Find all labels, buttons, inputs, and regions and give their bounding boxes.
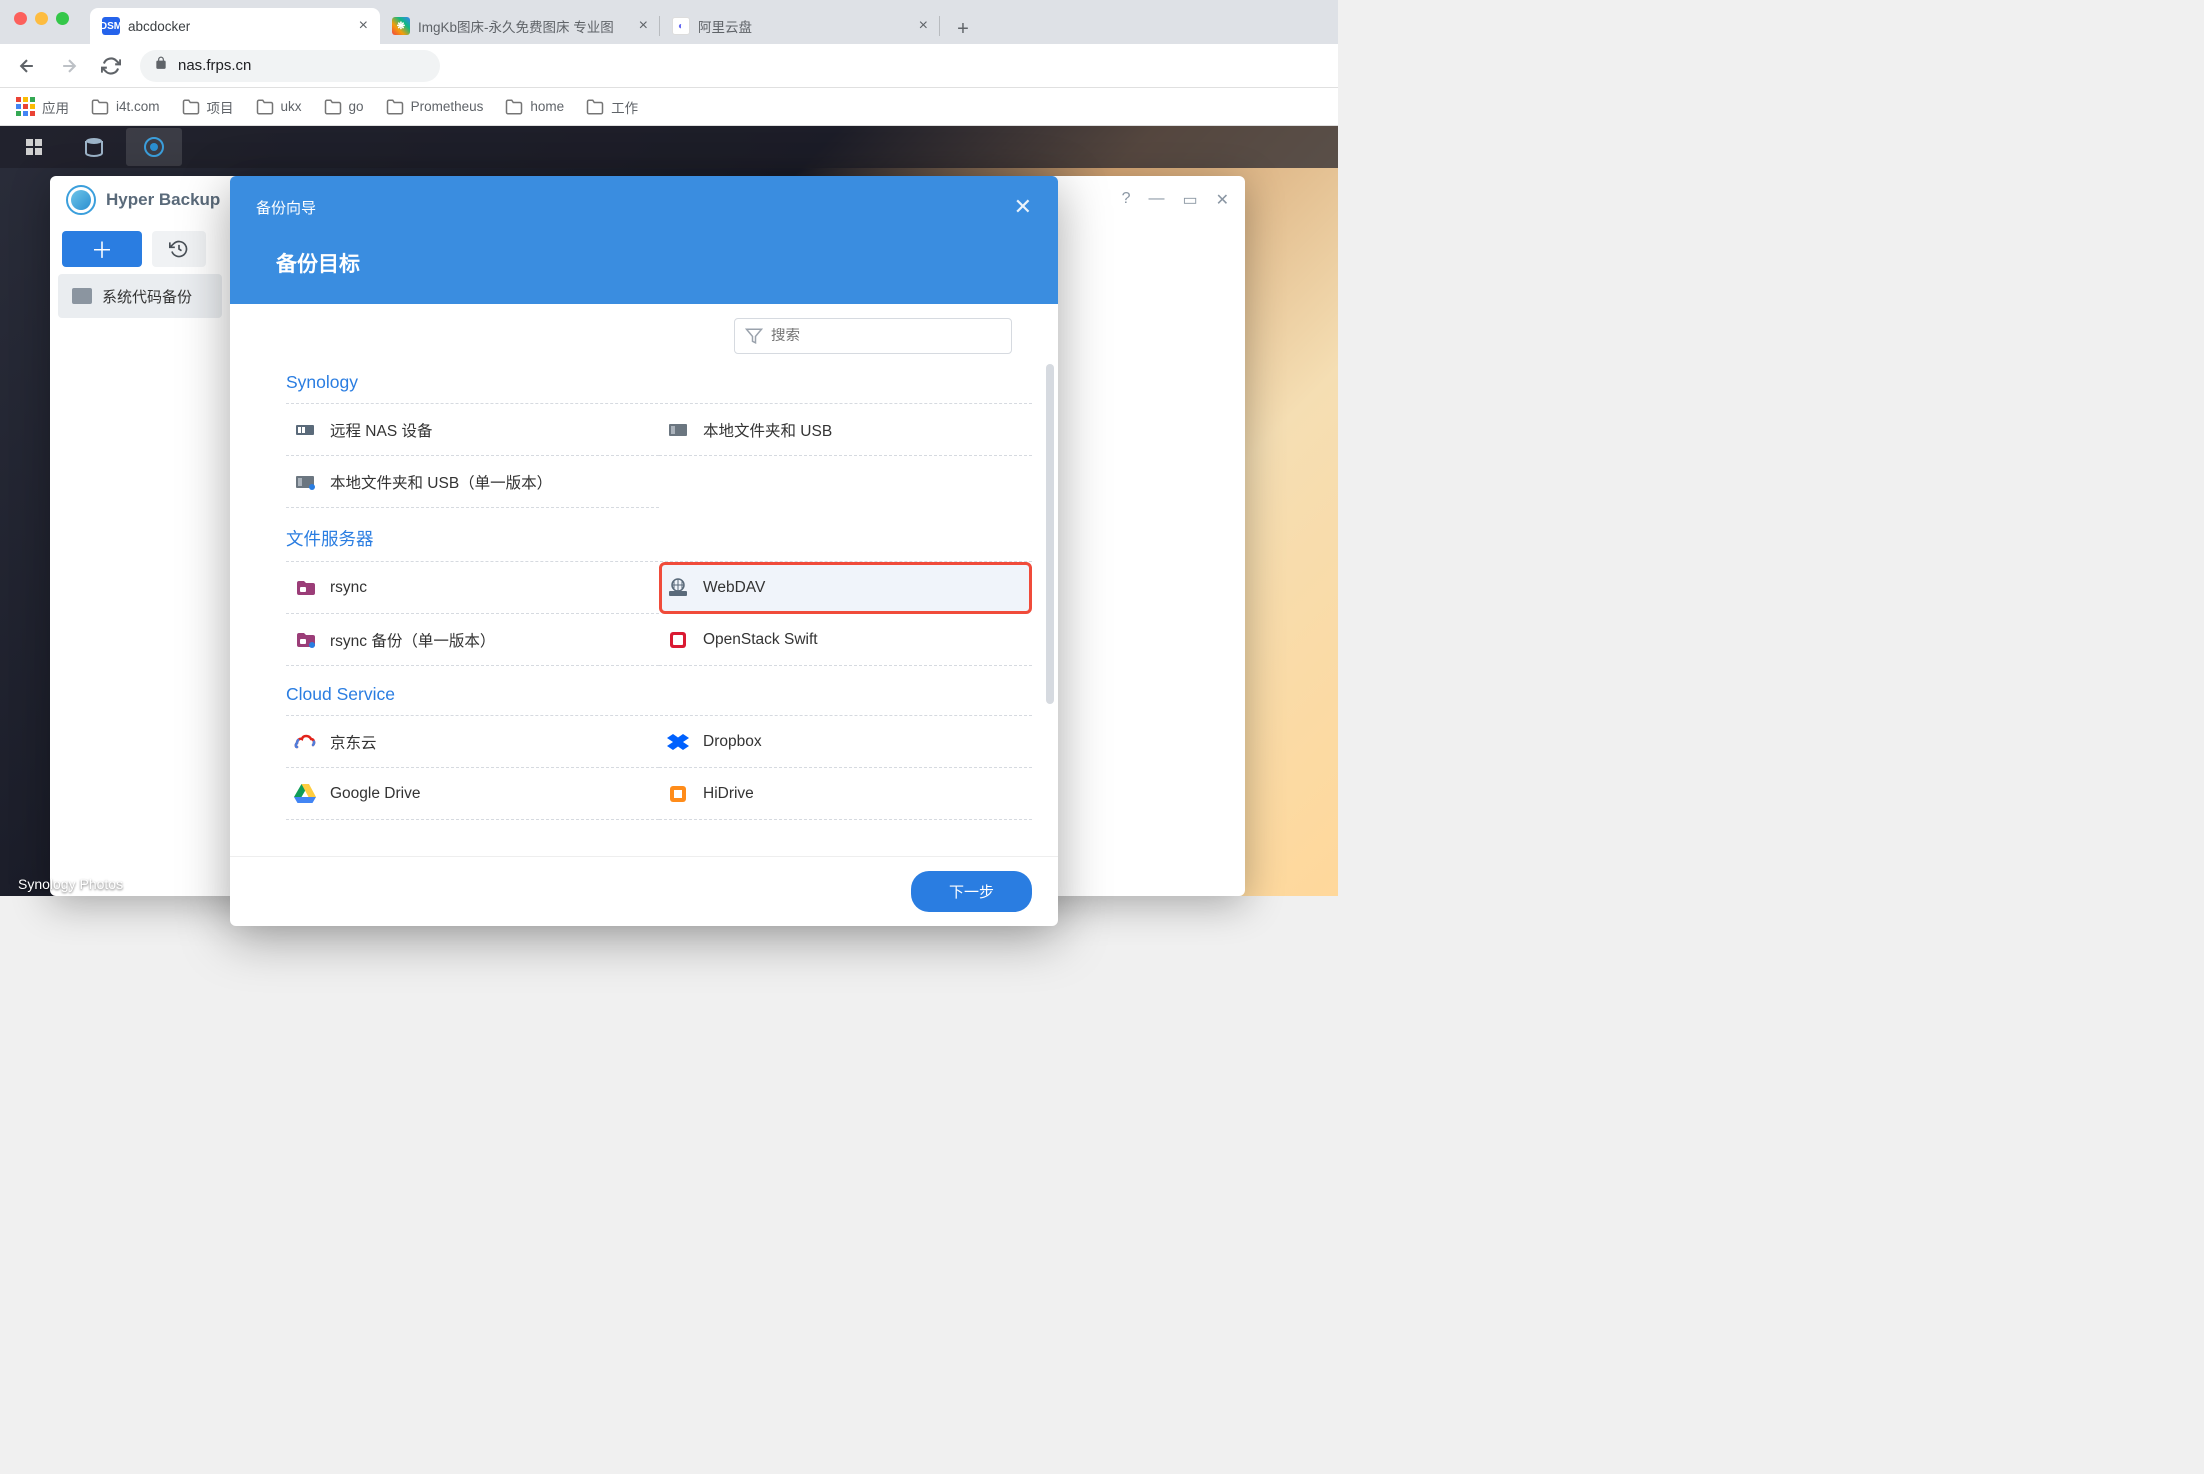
- lock-icon: [154, 56, 168, 75]
- dest-remote-nas[interactable]: 远程 NAS 设备: [286, 404, 659, 456]
- tab-abcdocker[interactable]: DSM abcdocker ×: [90, 8, 380, 44]
- window-minimize-button[interactable]: [35, 12, 48, 25]
- section-cloudservice: Cloud Service: [286, 684, 1032, 705]
- wizard-breadcrumb: 备份向导: [256, 197, 316, 218]
- rsync-icon: [294, 577, 316, 599]
- tab-close-icon[interactable]: ×: [919, 17, 928, 35]
- minimize-button[interactable]: —: [1148, 190, 1164, 210]
- tab-aliyunpan[interactable]: ◐ 阿里云盘 ×: [660, 8, 940, 44]
- tab-title: 阿里云盘: [698, 16, 752, 36]
- dest-local-usb-single[interactable]: 本地文件夹和 USB（单一版本）: [286, 456, 659, 508]
- dest-openstack[interactable]: OpenStack Swift: [659, 614, 1032, 666]
- bookmark-go[interactable]: go: [324, 98, 364, 116]
- taskbar-hyperbackup-icon[interactable]: [126, 128, 182, 166]
- wizard-search[interactable]: [734, 318, 1012, 354]
- hyperbackup-title: Hyper Backup: [106, 190, 220, 210]
- wizard-body: Synology 远程 NAS 设备 本地文件夹和 USB 本地文件夹和 USB…: [230, 304, 1058, 856]
- scrollbar-thumb[interactable]: [1046, 364, 1054, 704]
- dest-gdrive[interactable]: Google Drive: [286, 768, 659, 820]
- history-button[interactable]: [152, 231, 206, 267]
- bookmark-prometheus[interactable]: Prometheus: [386, 98, 484, 116]
- wizard-header: 备份向导 ✕ 备份目标: [230, 176, 1058, 304]
- wizard-footer: 下一步: [230, 856, 1058, 926]
- dest-rsync-single[interactable]: rsync 备份（单一版本）: [286, 614, 659, 666]
- address-bar[interactable]: nas.frps.cn: [140, 50, 440, 82]
- bookmark-work[interactable]: 工作: [586, 97, 638, 117]
- dsm-taskbar: [0, 126, 1338, 168]
- imgkb-favicon-icon: ❋: [392, 17, 410, 35]
- apps-button[interactable]: 应用: [16, 97, 69, 117]
- task-sidebar: 系统代码备份: [50, 274, 230, 896]
- desktop-app-label[interactable]: Synology Photos: [18, 876, 123, 892]
- wizard-title: 备份目标: [276, 248, 1032, 278]
- tab-title: abcdocker: [128, 19, 190, 34]
- hyperbackup-logo-icon: [66, 185, 96, 215]
- new-tab-button[interactable]: +: [948, 14, 978, 44]
- search-input[interactable]: [771, 328, 1001, 344]
- tab-close-icon[interactable]: ×: [639, 17, 648, 35]
- tab-title: ImgKb图床-永久免费图床 专业图: [418, 16, 614, 36]
- address-row: nas.frps.cn: [0, 44, 1338, 88]
- rsync-single-icon: [294, 629, 316, 651]
- dest-local-usb[interactable]: 本地文件夹和 USB: [659, 404, 1032, 456]
- dest-dropbox[interactable]: Dropbox: [659, 716, 1032, 768]
- dsm-desktop: Hyper Backup ? — ▭ ✕ ＋ 系统代码备份 ackupforBu…: [0, 126, 1338, 896]
- window-controls: ? — ▭ ✕: [1122, 190, 1229, 210]
- close-button[interactable]: ✕: [1216, 190, 1229, 210]
- forward-button[interactable]: [52, 49, 86, 83]
- dest-webdav[interactable]: WebDAV: [659, 562, 1032, 614]
- aliyunpan-favicon-icon: ◐: [672, 17, 690, 35]
- bookmark-project[interactable]: 项目: [182, 97, 234, 117]
- webdav-icon: [667, 577, 689, 599]
- wizard-close-button[interactable]: ✕: [1014, 194, 1032, 220]
- window-controls: [0, 0, 83, 25]
- dsm-favicon-icon: DSM: [102, 17, 120, 35]
- gdrive-icon: [294, 783, 316, 805]
- task-item-system-code-backup[interactable]: 系统代码备份: [58, 274, 222, 318]
- section-fileserver: 文件服务器: [286, 526, 1032, 551]
- bookmark-ukx[interactable]: ukx: [256, 98, 302, 116]
- local-usb-single-icon: [294, 471, 316, 493]
- section-synology: Synology: [286, 372, 1032, 393]
- disk-icon: [72, 288, 92, 304]
- url-text: nas.frps.cn: [178, 57, 251, 74]
- backup-wizard-modal: 备份向导 ✕ 备份目标 Synology 远程 NAS 设备: [230, 176, 1058, 926]
- remote-nas-icon: [294, 419, 316, 441]
- dest-rsync[interactable]: rsync: [286, 562, 659, 614]
- taskbar-storage-icon[interactable]: [66, 128, 122, 166]
- bookmark-home[interactable]: home: [505, 98, 564, 116]
- help-button[interactable]: ?: [1122, 190, 1131, 210]
- tabs-row: DSM abcdocker × ❋ ImgKb图床-永久免费图床 专业图 × ◐…: [0, 0, 1338, 44]
- bookmarks-bar: 应用 i4t.com 项目 ukx go Prometheus home 工作: [0, 88, 1338, 126]
- bookmark-i4t[interactable]: i4t.com: [91, 98, 160, 116]
- dest-hidrive[interactable]: HiDrive: [659, 768, 1032, 820]
- jdcloud-icon: [294, 731, 316, 753]
- window-maximize-button[interactable]: [56, 12, 69, 25]
- add-task-button[interactable]: ＋: [62, 231, 142, 267]
- next-button[interactable]: 下一步: [911, 871, 1032, 912]
- taskbar-apps-icon[interactable]: [6, 128, 62, 166]
- local-usb-icon: [667, 419, 689, 441]
- browser-chrome: DSM abcdocker × ❋ ImgKb图床-永久免费图床 专业图 × ◐…: [0, 0, 1338, 126]
- window-close-button[interactable]: [14, 12, 27, 25]
- openstack-icon: [667, 629, 689, 651]
- tab-close-icon[interactable]: ×: [359, 17, 368, 35]
- dropbox-icon: [667, 731, 689, 753]
- dest-jdcloud[interactable]: 京东云: [286, 716, 659, 768]
- filter-icon: [745, 327, 763, 345]
- tab-imgkb[interactable]: ❋ ImgKb图床-永久免费图床 专业图 ×: [380, 8, 660, 44]
- hidrive-icon: [667, 783, 689, 805]
- reload-button[interactable]: [94, 49, 128, 83]
- apps-grid-icon: [16, 97, 35, 116]
- back-button[interactable]: [10, 49, 44, 83]
- maximize-button[interactable]: ▭: [1182, 190, 1197, 210]
